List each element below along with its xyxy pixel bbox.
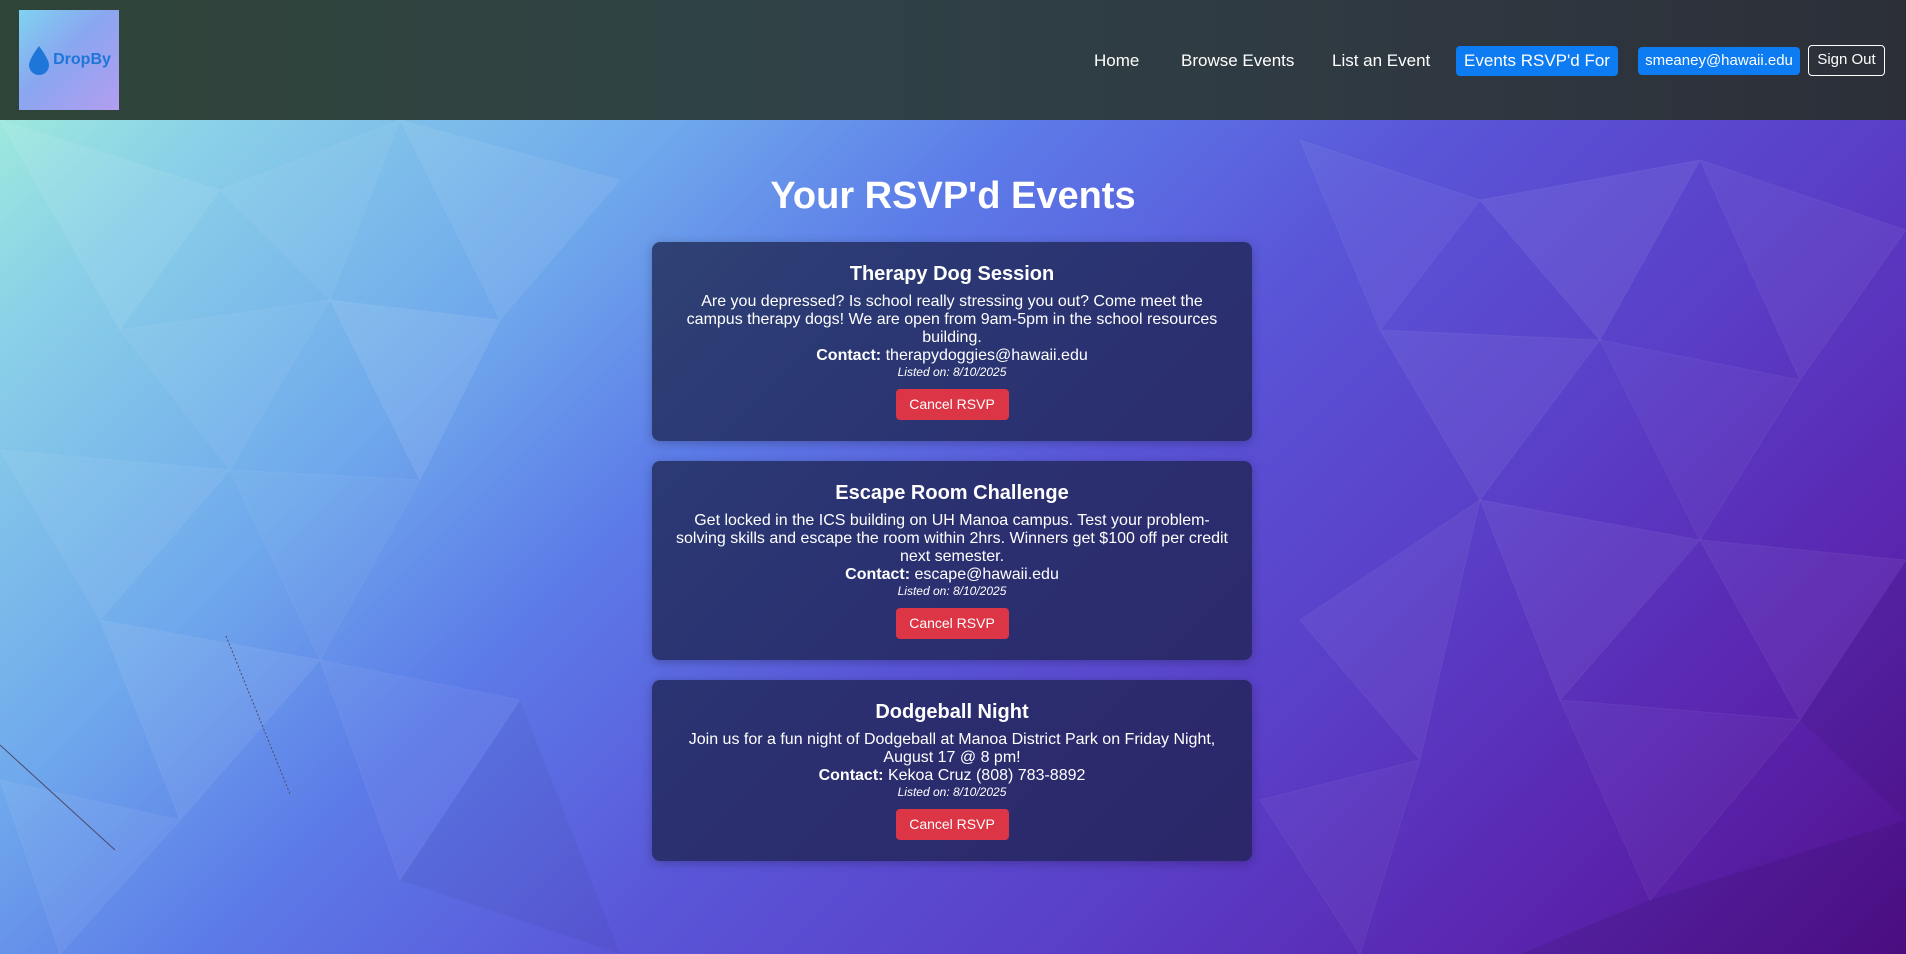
navbar: DropBy Home Browse Events List an Event … — [0, 0, 1906, 120]
event-listed-date: Listed on: 8/10/2025 — [897, 365, 1007, 379]
cancel-rsvp-button[interactable]: Cancel RSVP — [895, 809, 1009, 840]
event-title: Escape Room Challenge — [835, 482, 1069, 504]
event-title: Therapy Dog Session — [849, 263, 1055, 285]
cancel-rsvp-button[interactable]: Cancel RSVP — [895, 389, 1009, 420]
nav-home[interactable]: Home — [1094, 48, 1139, 74]
event-card: Escape Room Challenge Get locked in the … — [652, 461, 1252, 660]
water-drop-icon — [29, 46, 50, 75]
event-card: Dodgeball Night Join us for a fun night … — [652, 680, 1252, 861]
brand-name: DropBy — [53, 51, 111, 68]
nav-events-rsvpd[interactable]: Events RSVP'd For — [1456, 46, 1618, 76]
contact-label: Contact: — [816, 347, 882, 364]
sign-out-button[interactable]: Sign Out — [1808, 45, 1885, 76]
event-title: Dodgeball Night — [875, 701, 1029, 723]
brand-logo[interactable]: DropBy — [19, 10, 119, 110]
cancel-rsvp-button[interactable]: Cancel RSVP — [895, 608, 1009, 639]
event-description: Join us for a fun night of Dodgeball at … — [688, 731, 1216, 766]
event-card: Therapy Dog Session Are you depressed? I… — [652, 242, 1252, 441]
event-contact: Contact: escape@hawaii.edu — [674, 566, 1230, 584]
event-listed-date: Listed on: 8/10/2025 — [897, 785, 1007, 799]
event-description: Are you depressed? Is school really stre… — [686, 293, 1218, 346]
contact-value: Kekoa Cruz (808) 783-8892 — [887, 767, 1086, 784]
contact-label: Contact: — [818, 767, 884, 784]
contact-label: Contact: — [845, 566, 911, 583]
page-title: Your RSVP'd Events — [770, 175, 1136, 217]
user-account-button[interactable]: smeaney@hawaii.edu — [1638, 47, 1800, 75]
nav-list-event[interactable]: List an Event — [1332, 48, 1430, 74]
event-contact: Contact: therapydoggies@hawaii.edu — [674, 347, 1230, 365]
nav-browse-events[interactable]: Browse Events — [1181, 48, 1294, 74]
event-description: Get locked in the ICS building on UH Man… — [676, 512, 1228, 565]
contact-value: therapydoggies@hawaii.edu — [885, 347, 1088, 364]
contact-value: escape@hawaii.edu — [914, 566, 1059, 583]
event-contact: Contact: Kekoa Cruz (808) 783-8892 — [674, 767, 1230, 785]
event-listed-date: Listed on: 8/10/2025 — [897, 584, 1007, 598]
